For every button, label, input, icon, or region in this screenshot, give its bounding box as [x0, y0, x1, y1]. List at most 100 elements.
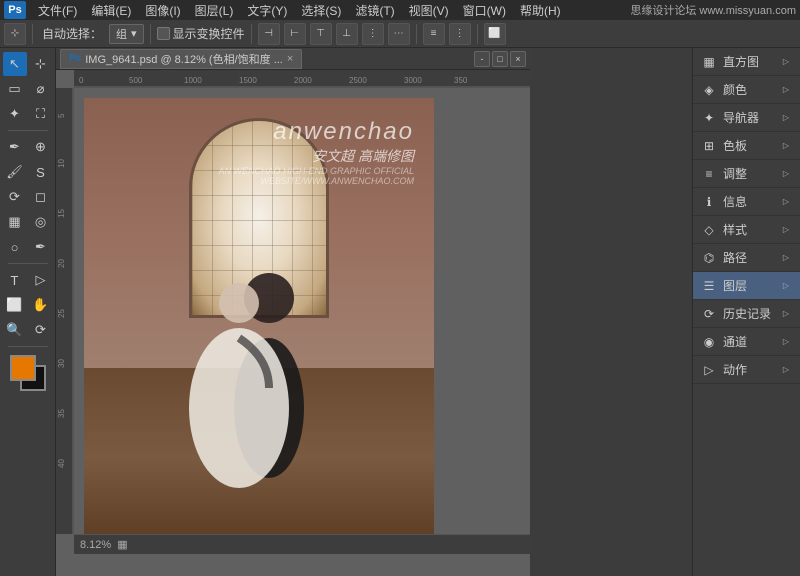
paths-label: 路径: [723, 249, 747, 266]
artboard-tool[interactable]: ⊹: [29, 52, 53, 76]
adjustments-expand[interactable]: ▷: [780, 168, 792, 180]
crop-tool[interactable]: ⛶: [29, 102, 53, 126]
foreground-color[interactable]: [10, 355, 36, 381]
align-btn-5[interactable]: ⋮: [362, 23, 384, 45]
menu-select[interactable]: 选择(S): [295, 0, 347, 21]
align-btn-6[interactable]: ⋯: [388, 23, 410, 45]
rotate-tool[interactable]: ⟳: [29, 318, 53, 342]
tool-group-marquee: ▭ ⌀: [3, 77, 53, 101]
actions-expand[interactable]: ▷: [780, 364, 792, 376]
paths-expand[interactable]: ▷: [780, 252, 792, 264]
doc-restore-btn[interactable]: □: [492, 51, 508, 67]
shape-tool[interactable]: ⬜: [3, 293, 27, 317]
panel-navigator[interactable]: ✦ 导航器 ▷: [693, 104, 800, 132]
zoom-tool[interactable]: 🔍: [3, 318, 27, 342]
info-icon: ℹ: [701, 194, 717, 210]
tool-sep-1: [8, 130, 48, 131]
menu-edit[interactable]: 编辑(E): [85, 0, 137, 21]
panel-actions[interactable]: ▷ 动作 ▷: [693, 356, 800, 384]
doc-minimize-btn[interactable]: -: [474, 51, 490, 67]
dodge-tool[interactable]: ○: [3, 235, 27, 259]
menu-filter[interactable]: 滤镜(T): [349, 0, 400, 21]
text-tool[interactable]: T: [3, 268, 27, 292]
show-transform-checkbox[interactable]: 显示变换控件: [157, 25, 245, 42]
svg-text:25: 25: [57, 309, 66, 318]
eraser-tool[interactable]: ◻: [29, 185, 53, 209]
layers-expand[interactable]: ▷: [780, 280, 792, 292]
marquee-tool[interactable]: ▭: [3, 77, 27, 101]
menu-image[interactable]: 图像(I): [139, 0, 186, 21]
zoom-display: 8.12%: [80, 539, 111, 551]
history-brush-tool[interactable]: ⟳: [3, 185, 27, 209]
move-tool-options[interactable]: ⊹: [4, 23, 26, 45]
svg-text:40: 40: [57, 459, 66, 468]
color-expand[interactable]: ▷: [780, 84, 792, 96]
panel-styles[interactable]: ◇ 样式 ▷: [693, 216, 800, 244]
menu-text[interactable]: 文字(Y): [241, 0, 293, 21]
canvas-area: Ps IMG_9641.psd @ 8.12% (色相/饱和度 ... × - …: [56, 48, 530, 576]
panel-info[interactable]: ℹ 信息 ▷: [693, 188, 800, 216]
brush-tool[interactable]: 🖌: [3, 160, 27, 184]
eyedropper-tool[interactable]: ✒: [3, 135, 27, 159]
menu-right-text: 思缘设计论坛 www.missyuan.com: [630, 2, 796, 18]
tool-group-wand: ✦ ⛶: [3, 102, 53, 126]
dist-btn-1[interactable]: ≡: [423, 23, 445, 45]
lasso-tool[interactable]: ⌀: [29, 77, 53, 101]
pen-tool[interactable]: ✒: [29, 235, 53, 259]
history-expand[interactable]: ▷: [780, 308, 792, 320]
adjustments-label: 调整: [723, 165, 747, 182]
menu-bar: Ps 文件(F) 编辑(E) 图像(I) 图层(L) 文字(Y) 选择(S) 滤…: [0, 0, 800, 20]
menu-window[interactable]: 窗口(W): [457, 0, 512, 21]
info-expand[interactable]: ▷: [780, 196, 792, 208]
color-icon: ◈: [701, 82, 717, 98]
navigator-expand[interactable]: ▷: [780, 112, 792, 124]
move-tool[interactable]: ↖: [3, 52, 27, 76]
doc-tab-close-btn[interactable]: ×: [287, 53, 293, 65]
doc-tab-controls: - □ ×: [474, 51, 526, 67]
tool-group-select: ↖ ⊹: [3, 52, 53, 76]
magic-wand-tool[interactable]: ✦: [3, 102, 27, 126]
panel-channels[interactable]: ◉ 通道 ▷: [693, 328, 800, 356]
doc-status-icon: ▦: [117, 538, 127, 551]
blur-tool[interactable]: ◎: [29, 210, 53, 234]
panel-histogram[interactable]: ▦ 直方图 ▷: [693, 48, 800, 76]
auto-select-dropdown[interactable]: 组▾: [109, 24, 144, 44]
align-btn-4[interactable]: ⊥: [336, 23, 358, 45]
swatches-expand[interactable]: ▷: [780, 140, 792, 152]
canvas-inner[interactable]: anwenchao 安文超 高端修图 AN WENCHAO HIGH-END G…: [74, 88, 530, 534]
menu-layer[interactable]: 图层(L): [189, 0, 240, 21]
3d-btn[interactable]: ⬜: [484, 23, 506, 45]
channels-expand[interactable]: ▷: [780, 336, 792, 348]
styles-expand[interactable]: ▷: [780, 224, 792, 236]
path-select-tool[interactable]: ▷: [29, 268, 53, 292]
svg-text:3000: 3000: [404, 76, 422, 85]
svg-text:20: 20: [57, 259, 66, 268]
panel-paths[interactable]: ⌬ 路径 ▷: [693, 244, 800, 272]
align-btn-2[interactable]: ⊢: [284, 23, 306, 45]
heal-tool[interactable]: ⊕: [29, 135, 53, 159]
histogram-expand[interactable]: ▷: [780, 56, 792, 68]
panel-layers[interactable]: ☰ 图层 ▷: [693, 272, 800, 300]
svg-text:2500: 2500: [349, 76, 367, 85]
menu-view[interactable]: 视图(V): [403, 0, 455, 21]
styles-icon: ◇: [701, 222, 717, 238]
align-btn-1[interactable]: ⊣: [258, 23, 280, 45]
align-btn-3[interactable]: ⊤: [310, 23, 332, 45]
panel-adjustments[interactable]: ≡ 调整 ▷: [693, 160, 800, 188]
tool-group-shape: ⬜ ✋: [3, 293, 53, 317]
panel-swatches[interactable]: ⊞ 色板 ▷: [693, 132, 800, 160]
gradient-tool[interactable]: ▦: [3, 210, 27, 234]
tool-group-eyedrop: ✒ ⊕: [3, 135, 53, 159]
doc-close-btn[interactable]: ×: [510, 51, 526, 67]
menu-help[interactable]: 帮助(H): [514, 0, 567, 21]
panel-history[interactable]: ⟳ 历史记录 ▷: [693, 300, 800, 328]
photo-watermark: anwenchao 安文超 高端修图 AN WENCHAO HIGH-END G…: [84, 118, 414, 186]
hand-tool[interactable]: ✋: [29, 293, 53, 317]
stamp-tool[interactable]: S: [29, 160, 53, 184]
menu-file[interactable]: 文件(F): [32, 0, 83, 21]
document-tab[interactable]: Ps IMG_9641.psd @ 8.12% (色相/饱和度 ... ×: [60, 49, 302, 69]
channels-icon: ◉: [701, 334, 717, 350]
document-tab-bar: Ps IMG_9641.psd @ 8.12% (色相/饱和度 ... × - …: [56, 48, 530, 70]
dist-btn-2[interactable]: ⋮: [449, 23, 471, 45]
panel-color[interactable]: ◈ 颜色 ▷: [693, 76, 800, 104]
